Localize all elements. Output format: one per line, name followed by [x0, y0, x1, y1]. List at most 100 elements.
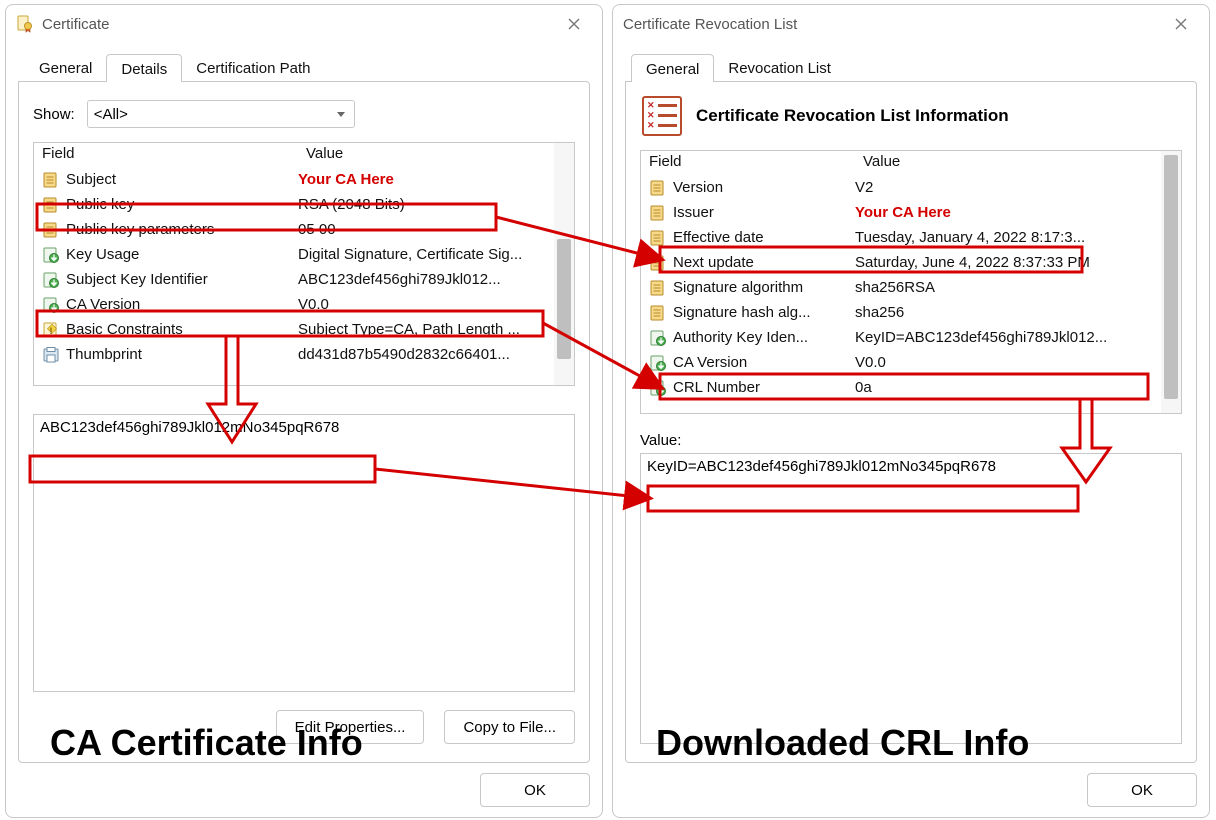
- row-value: V0.0: [298, 296, 554, 313]
- row-value: Subject Type=CA, Path Length ...: [298, 321, 554, 338]
- ok-button[interactable]: OK: [480, 773, 590, 807]
- dialog-title: Certificate Revocation List: [623, 16, 797, 33]
- row-icon: [40, 269, 62, 291]
- table-row[interactable]: CA VersionV0.0: [34, 292, 554, 317]
- tab-content: Show: <All> Field Value SubjectYour CA H…: [18, 81, 590, 763]
- row-field: Next update: [673, 254, 855, 271]
- show-label: Show:: [33, 106, 75, 123]
- row-field: Public key: [66, 196, 298, 213]
- table-row[interactable]: Signature algorithmsha256RSA: [641, 275, 1161, 300]
- list-scrollbar[interactable]: [554, 143, 574, 385]
- copy-to-file-button[interactable]: Copy to File...: [444, 710, 575, 744]
- table-row[interactable]: Signature hash alg...sha256: [641, 300, 1161, 325]
- row-value: RSA (2048 Bits): [298, 196, 554, 213]
- tab-general[interactable]: General: [631, 54, 714, 82]
- tab-details[interactable]: Details: [106, 54, 182, 82]
- row-value: Tuesday, January 4, 2022 8:17:3...: [855, 229, 1161, 246]
- table-row[interactable]: Thumbprintdd431d87b5490d2832c66401...: [34, 342, 554, 367]
- tab-strip: General Revocation List: [613, 43, 1209, 81]
- row-field: CA Version: [66, 296, 298, 313]
- row-icon: [647, 327, 669, 349]
- row-value: Your CA Here: [855, 204, 1161, 221]
- tab-content: ✕ ✕ ✕ Certificate Revocation List Inform…: [625, 81, 1197, 763]
- table-row[interactable]: IssuerYour CA Here: [641, 200, 1161, 225]
- tab-revocation-list[interactable]: Revocation List: [713, 53, 846, 81]
- row-field: Version: [673, 179, 855, 196]
- table-row[interactable]: Public key parameters05 00: [34, 217, 554, 242]
- row-field: Authority Key Iden...: [673, 329, 855, 346]
- row-value: dd431d87b5490d2832c66401...: [298, 346, 554, 363]
- table-row[interactable]: ! Basic ConstraintsSubject Type=CA, Path …: [34, 317, 554, 342]
- list-headers: Field Value: [641, 151, 1161, 175]
- scrollbar-thumb[interactable]: [1164, 155, 1178, 399]
- header-field[interactable]: Field: [34, 143, 298, 167]
- dialog-title: Certificate: [42, 16, 110, 33]
- row-icon: [647, 252, 669, 274]
- header-value[interactable]: Value: [855, 151, 1161, 175]
- crl-icon: ✕ ✕ ✕: [642, 96, 682, 136]
- table-row[interactable]: Public keyRSA (2048 Bits): [34, 192, 554, 217]
- row-value: Digital Signature, Certificate Sig...: [298, 246, 554, 263]
- value-textbox[interactable]: KeyID=ABC123def456ghi789Jkl012mNo345pqR6…: [640, 453, 1182, 744]
- table-row[interactable]: Authority Key Iden...KeyID=ABC123def456g…: [641, 325, 1161, 350]
- row-field: Basic Constraints: [66, 321, 298, 338]
- row-value: Saturday, June 4, 2022 8:37:33 PM: [855, 254, 1161, 271]
- row-field: Public key parameters: [66, 221, 298, 238]
- row-value: Your CA Here: [298, 171, 554, 188]
- row-field: CRL Number: [673, 379, 855, 396]
- row-icon: [647, 377, 669, 399]
- row-icon: [40, 169, 62, 191]
- row-icon: [40, 244, 62, 266]
- table-row[interactable]: CRL Number0a: [641, 375, 1161, 400]
- table-row[interactable]: Key UsageDigital Signature, Certificate …: [34, 242, 554, 267]
- row-field: CA Version: [673, 354, 855, 371]
- tab-certification-path[interactable]: Certification Path: [181, 53, 325, 81]
- value-text: KeyID=ABC123def456ghi789Jkl012mNo345pqR6…: [647, 458, 996, 475]
- crl-fields-list[interactable]: Field Value VersionV2IssuerYour CA HereE…: [640, 150, 1182, 414]
- scrollbar-thumb[interactable]: [557, 239, 571, 359]
- list-scrollbar[interactable]: [1161, 151, 1181, 413]
- titlebar: Certificate: [6, 5, 602, 43]
- certificate-fields-list[interactable]: Field Value SubjectYour CA HerePublic ke…: [33, 142, 575, 386]
- row-icon: [40, 344, 62, 366]
- crl-info-header: ✕ ✕ ✕ Certificate Revocation List Inform…: [626, 82, 1196, 150]
- row-icon: [647, 202, 669, 224]
- row-icon: [647, 227, 669, 249]
- header-value[interactable]: Value: [298, 143, 554, 167]
- tab-general[interactable]: General: [24, 53, 107, 81]
- tab-strip: General Details Certification Path: [6, 43, 602, 81]
- row-icon: [647, 352, 669, 374]
- table-row[interactable]: Effective dateTuesday, January 4, 2022 8…: [641, 225, 1161, 250]
- ok-row: OK: [6, 763, 602, 817]
- row-value: ABC123def456ghi789Jkl012...: [298, 271, 554, 288]
- table-row[interactable]: VersionV2: [641, 175, 1161, 200]
- row-icon: [40, 294, 62, 316]
- row-icon: [40, 194, 62, 216]
- value-text: ABC123def456ghi789Jkl012mNo345pqR678: [40, 419, 339, 436]
- row-field: Signature algorithm: [673, 279, 855, 296]
- value-textbox[interactable]: ABC123def456ghi789Jkl012mNo345pqR678: [33, 414, 575, 692]
- svg-text:!: !: [50, 326, 53, 336]
- close-button[interactable]: [554, 9, 594, 39]
- show-filter-row: Show: <All>: [19, 82, 589, 142]
- close-button[interactable]: [1161, 9, 1201, 39]
- row-icon: [647, 277, 669, 299]
- table-row[interactable]: CA VersionV0.0: [641, 350, 1161, 375]
- row-icon: [40, 219, 62, 241]
- row-field: Signature hash alg...: [673, 304, 855, 321]
- table-row[interactable]: SubjectYour CA Here: [34, 167, 554, 192]
- caption-left: CA Certificate Info: [50, 722, 363, 764]
- row-field: Issuer: [673, 204, 855, 221]
- ok-button[interactable]: OK: [1087, 773, 1197, 807]
- row-icon: [647, 302, 669, 324]
- row-value: sha256: [855, 304, 1161, 321]
- table-row[interactable]: Subject Key IdentifierABC123def456ghi789…: [34, 267, 554, 292]
- row-field: Thumbprint: [66, 346, 298, 363]
- header-field[interactable]: Field: [641, 151, 855, 175]
- row-value: V2: [855, 179, 1161, 196]
- certificate-dialog: Certificate General Details Certificatio…: [5, 4, 603, 818]
- certificate-icon: [16, 15, 34, 33]
- show-filter-select[interactable]: <All>: [87, 100, 355, 128]
- table-row[interactable]: Next updateSaturday, June 4, 2022 8:37:3…: [641, 250, 1161, 275]
- row-value: 05 00: [298, 221, 554, 238]
